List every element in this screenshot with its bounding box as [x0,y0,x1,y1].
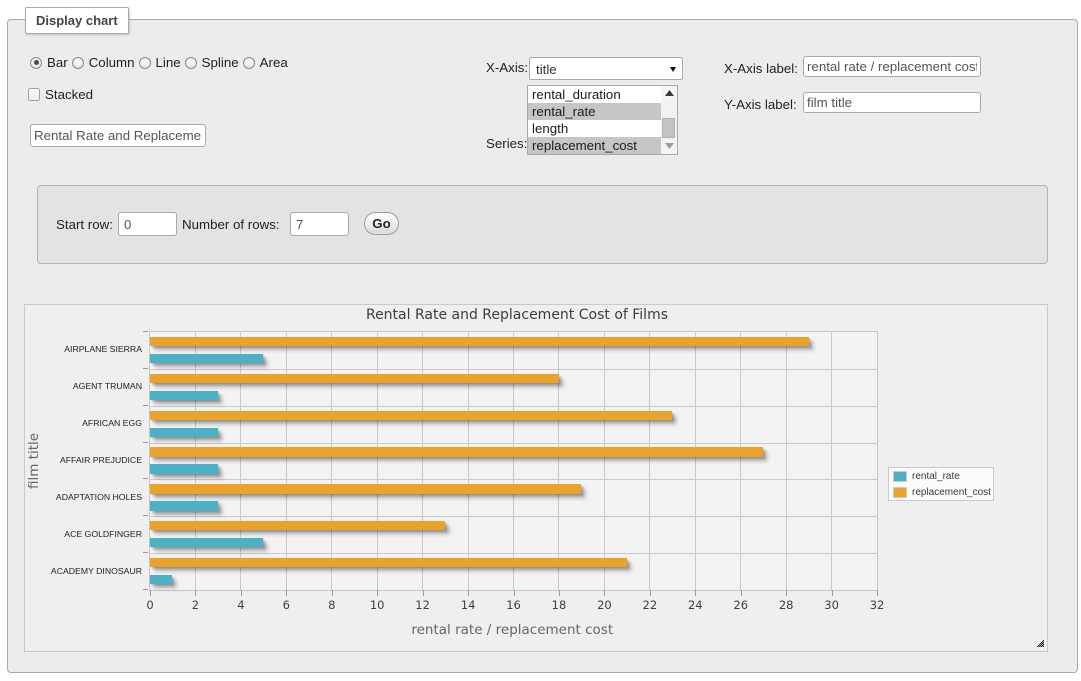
legend-row: replacement_cost [893,485,993,501]
radio-label: Column [89,55,135,70]
fieldset-legend: Display chart [25,7,129,34]
radio-icon[interactable] [72,57,84,69]
x-tick-label: 26 [721,598,761,612]
x-axis-label-label: X-Axis label: [724,61,798,76]
x-axis-select-value: title [536,62,557,77]
category-label: ACE GOLDFINGER [25,529,142,539]
radio-label: Line [156,55,181,70]
bar-rental_rate [150,464,218,473]
x-tick-label: 0 [130,598,170,612]
legend-swatch [893,487,907,498]
x-tick-label: 28 [766,598,806,612]
series-label: Series: [486,136,527,151]
y-axis-label-input[interactable] [803,92,981,113]
dropdown-arrow-icon [670,67,676,72]
category-label: AFRICAN EGG [25,418,142,428]
radio-label: Spline [202,55,239,70]
stacked-checkbox-row[interactable]: Stacked [28,87,94,102]
chart-type-radio-area[interactable]: Area [243,55,288,70]
radio-icon[interactable] [243,57,255,69]
x-tick-label: 10 [357,598,397,612]
x-tick-label: 6 [266,598,306,612]
num-rows-input[interactable] [290,212,349,236]
chart-type-radio-spline[interactable]: Spline [185,55,239,70]
scrollbar[interactable] [661,86,677,155]
x-axis-title: rental rate / replacement cost [149,622,876,638]
bar-replacement_cost [150,484,581,493]
x-tick-label: 12 [403,598,443,612]
x-tick-label: 24 [675,598,715,612]
start-row-label: Start row: [56,217,113,232]
x-tick-label: 18 [539,598,579,612]
series-multiselect[interactable]: rental_durationrental_ratelengthreplacem… [527,85,678,156]
y-axis-label-label: Y-Axis label: [724,97,797,112]
series-options: rental_durationrental_ratelengthreplacem… [528,86,677,155]
bar-rental_rate [150,538,263,547]
chart-type-radios: Bar Column Line Spline Area [30,55,292,70]
x-tick-label: 16 [494,598,534,612]
scrollbar-thumb[interactable] [662,118,675,138]
chart-type-radio-bar[interactable]: Bar [30,55,68,70]
radio-icon[interactable] [139,57,151,69]
x-tick-label: 30 [812,598,852,612]
legend-swatch [893,471,907,482]
category-label: AGENT TRUMAN [25,381,142,391]
x-axis-select[interactable]: title [529,57,683,80]
series-option[interactable]: replacement_cost [528,137,674,154]
series-option[interactable]: length [528,120,674,137]
num-rows-label: Number of rows: [182,217,280,232]
radio-label: Bar [47,55,68,70]
scrollbar-up-icon[interactable] [661,86,677,101]
chart-type-radio-column[interactable]: Column [72,55,135,70]
resize-grip-icon[interactable] [1036,639,1044,647]
chart-grid [149,331,878,591]
chart-legend: rental_rate replacement_cost [888,467,994,501]
x-tick-label: 8 [312,598,352,612]
x-tick-label: 2 [175,598,215,612]
category-label: ADAPTATION HOLES [25,492,142,502]
bar-rental_rate [150,354,263,363]
category-label: AIRPLANE SIERRA [25,344,142,354]
go-button[interactable]: Go [364,212,399,235]
x-tick-label: 20 [584,598,624,612]
bar-replacement_cost [150,521,445,530]
page: Display chart Bar Column Line Spline Area St… [0,0,1081,681]
radio-label: Area [260,55,288,70]
series-option[interactable]: rental_duration [528,86,674,103]
x-tick-label: 32 [857,598,897,612]
bar-replacement_cost [150,558,627,567]
bar-replacement_cost [150,374,559,383]
chart-title-input[interactable] [30,124,206,147]
x-axis-label-input[interactable] [803,56,981,77]
y-axis-title: film title [26,433,42,489]
category-label: AFFAIR PREJUDICE [25,455,142,465]
category-label: ACADEMY DINOSAUR [25,566,142,576]
bar-replacement_cost [150,411,672,420]
stacked-checkbox[interactable] [28,88,41,101]
scrollbar-down-icon[interactable] [661,139,677,154]
bar-replacement_cost [150,337,809,346]
x-axis-label: X-Axis: [486,60,528,75]
radio-icon[interactable] [30,57,42,69]
legend-row: rental_rate [893,469,993,485]
radio-icon[interactable] [185,57,197,69]
x-tick-label: 4 [221,598,261,612]
bar-rental_rate [150,501,218,510]
x-tick-label: 14 [448,598,488,612]
series-option[interactable]: rental_rate [528,103,674,120]
start-row-input[interactable] [118,212,177,236]
x-tick-label: 22 [630,598,670,612]
legend-label: replacement_cost [912,487,991,498]
chart-type-radio-line[interactable]: Line [139,55,181,70]
stacked-label: Stacked [45,87,93,102]
legend-label: rental_rate [912,471,960,482]
chart-container: Rental Rate and Replacement Cost of Film… [24,304,1048,652]
bar-replacement_cost [150,447,763,456]
bar-rental_rate [150,391,218,400]
bar-rental_rate [150,428,218,437]
bar-rental_rate [150,575,172,584]
chart-title: Rental Rate and Replacement Cost of Film… [149,307,885,323]
